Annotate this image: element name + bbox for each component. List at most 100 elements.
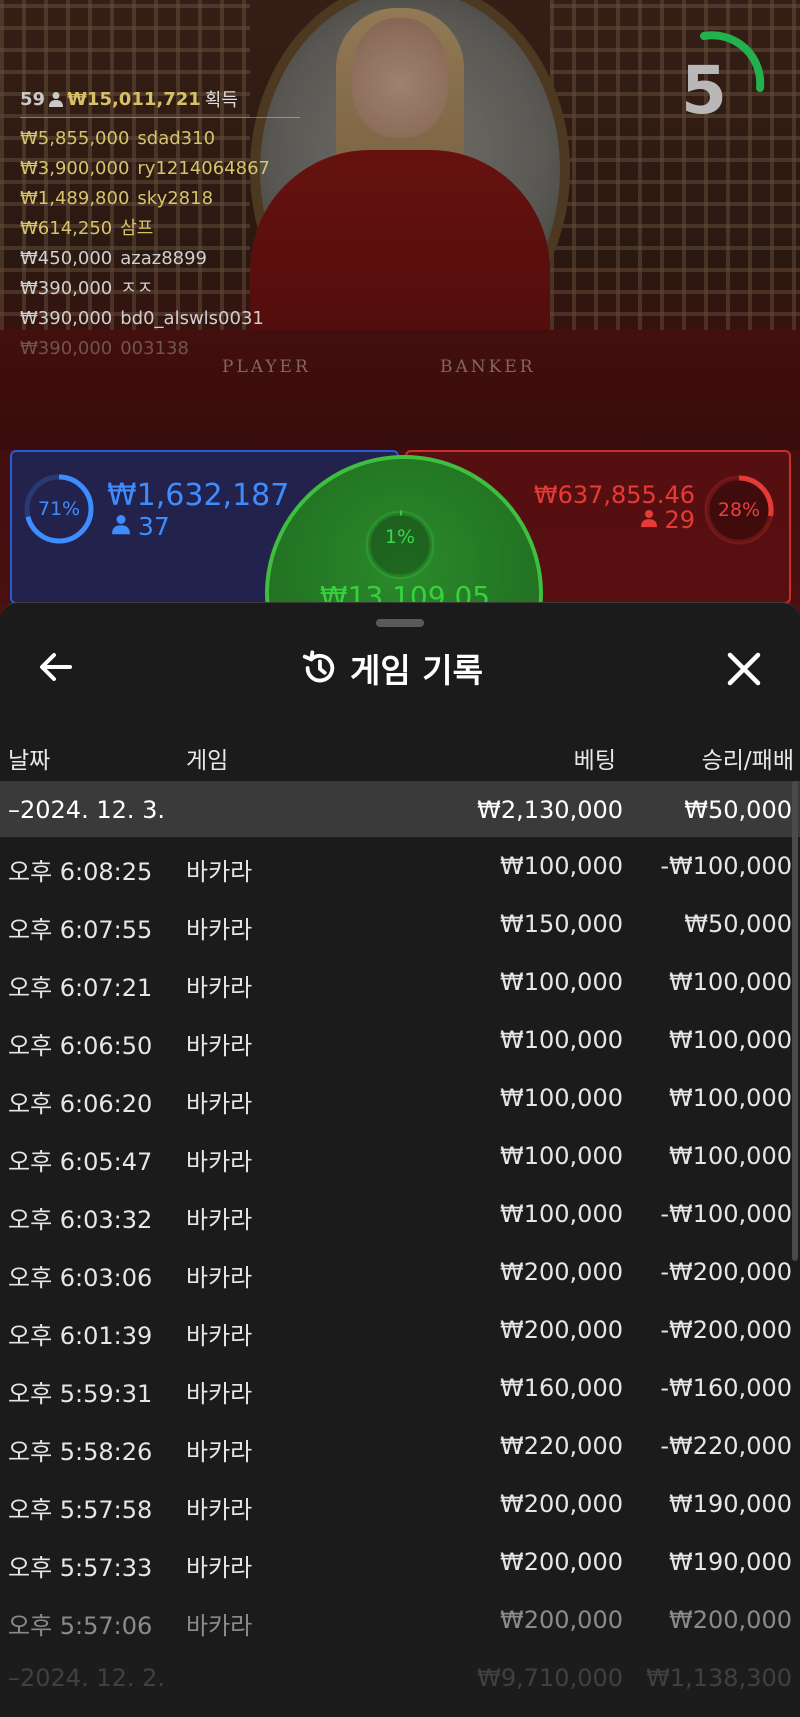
column-bet: 베팅: [573, 748, 616, 774]
history-row[interactable]: 오후 5:57:33 바카라 ₩200,000 ₩190,000: [0, 1533, 800, 1591]
row-win-loss: ₩100,000: [669, 968, 792, 996]
row-time: 오후 5:57:06: [8, 1612, 153, 1640]
row-win-loss: -₩200,000: [660, 1258, 792, 1286]
row-game: 바카라: [186, 858, 253, 886]
row-bet: ₩220,000: [500, 1432, 623, 1460]
winners-summary: 59 ₩15,011,721 획득: [20, 85, 300, 118]
winner-amount: ₩390,000: [20, 338, 113, 359]
arrow-left-icon: [40, 653, 72, 681]
day-bet-total: ₩9,710,000: [477, 1664, 623, 1692]
winners-total-amount: ₩15,011,721: [67, 88, 201, 110]
row-bet: ₩200,000: [500, 1606, 623, 1634]
row-win-loss: -₩100,000: [660, 1200, 792, 1228]
person-icon: [640, 510, 657, 528]
column-game: 게임: [186, 748, 229, 774]
history-table-body: –2024. 12. 3. ₩2,130,000 ₩50,000 오후 6:08…: [0, 781, 800, 1707]
history-row[interactable]: 오후 6:06:20 바카라 ₩100,000 ₩100,000: [0, 1069, 800, 1127]
game-history-sheet: 게임 기록 날짜 게임 베팅 승리/패배 –2024. 12. 3. ₩2,13…: [0, 602, 800, 1717]
row-game: 바카라: [186, 1206, 253, 1234]
banker-bet-total: ₩637,855.46: [533, 481, 695, 509]
winner-name: 003138: [120, 338, 189, 359]
winner-amount: ₩614,250: [20, 218, 113, 239]
row-game: 바카라: [186, 1380, 253, 1408]
row-win-loss: -₩100,000: [660, 852, 792, 880]
sheet-title-text: 게임 기록: [350, 651, 483, 690]
row-bet: ₩100,000: [500, 852, 623, 880]
row-win-loss: ₩100,000: [669, 1142, 792, 1170]
banker-bettor-count: 29: [560, 506, 695, 534]
row-time: 오후 6:06:20: [8, 1090, 153, 1118]
history-icon: [302, 650, 335, 683]
row-bet: ₩200,000: [500, 1316, 623, 1344]
winner-name: bd0_alswls0031: [120, 308, 264, 329]
winner-row: ₩1,489,800 sky2818: [20, 184, 300, 214]
banker-percent: 28%: [717, 499, 761, 521]
player-bettor-number: 37: [137, 512, 170, 541]
row-game: 바카라: [186, 1264, 253, 1292]
row-game: 바카라: [186, 1032, 253, 1060]
winner-name: ㅈㅈ: [120, 278, 154, 299]
history-row[interactable]: 오후 6:03:06 바카라 ₩200,000 -₩200,000: [0, 1243, 800, 1301]
row-win-loss: ₩50,000: [684, 910, 792, 938]
history-row[interactable]: 오후 6:08:25 바카라 ₩100,000 -₩100,000: [0, 837, 800, 895]
row-game: 바카라: [186, 1496, 253, 1524]
row-win-loss: ₩190,000: [669, 1490, 792, 1518]
row-game: 바카라: [186, 1438, 253, 1466]
history-row[interactable]: 오후 6:01:39 바카라 ₩200,000 -₩200,000: [0, 1301, 800, 1359]
row-bet: ₩200,000: [500, 1258, 623, 1286]
sheet-title: 게임 기록: [300, 643, 530, 693]
close-button[interactable]: [722, 647, 766, 691]
history-row[interactable]: 오후 5:57:06 바카라 ₩200,000 ₩200,000: [0, 1591, 800, 1649]
row-bet: ₩200,000: [500, 1548, 623, 1576]
day-win-total: ₩1,138,300: [646, 1664, 792, 1692]
winner-row: ₩3,900,000 ry1214064867: [20, 154, 300, 184]
row-win-loss: -₩220,000: [660, 1432, 792, 1460]
countdown-number: 5: [681, 52, 727, 129]
row-time: 오후 6:01:39: [8, 1322, 153, 1350]
winner-amount: ₩390,000: [20, 278, 113, 299]
winners-list: 59 ₩15,011,721 획득 ₩5,855,000 sdad310 ₩3,9…: [20, 85, 300, 364]
history-row[interactable]: 오후 6:05:47 바카라 ₩100,000 ₩100,000: [0, 1127, 800, 1185]
winner-name: azaz8899: [120, 248, 207, 269]
day-label: –2024. 12. 2.: [8, 1664, 166, 1692]
row-game: 바카라: [186, 1612, 253, 1640]
row-time: 오후 5:57:33: [8, 1554, 153, 1582]
row-win-loss: -₩160,000: [660, 1374, 792, 1402]
row-win-loss: ₩190,000: [669, 1548, 792, 1576]
row-bet: ₩100,000: [500, 1200, 623, 1228]
row-time: 오후 5:58:26: [8, 1438, 153, 1466]
winner-row: ₩390,000 ㅈㅈ: [20, 274, 300, 304]
history-row[interactable]: 오후 6:07:55 바카라 ₩150,000 ₩50,000: [0, 895, 800, 953]
scrollbar[interactable]: [792, 781, 798, 1261]
history-row[interactable]: 오후 6:03:32 바카라 ₩100,000 -₩100,000: [0, 1185, 800, 1243]
back-button[interactable]: [36, 647, 76, 687]
winner-amount: ₩3,900,000: [20, 158, 130, 179]
winner-amount: ₩450,000: [20, 248, 113, 269]
history-row[interactable]: 오후 5:58:26 바카라 ₩220,000 -₩220,000: [0, 1417, 800, 1475]
row-game: 바카라: [186, 1322, 253, 1350]
day-group-header[interactable]: –2024. 12. 3. ₩2,130,000 ₩50,000: [0, 781, 800, 837]
row-game: 바카라: [186, 974, 253, 1002]
player-bettor-count: 37: [112, 512, 170, 541]
row-game: 바카라: [186, 1554, 253, 1582]
row-bet: ₩200,000: [500, 1490, 623, 1518]
row-time: 오후 6:07:21: [8, 974, 153, 1002]
banker-bettor-number: 29: [664, 506, 695, 534]
sheet-drag-handle[interactable]: [376, 619, 424, 627]
column-date: 날짜: [8, 748, 51, 774]
person-icon: [112, 515, 130, 535]
winner-row: ₩5,855,000 sdad310: [20, 124, 300, 154]
history-row[interactable]: 오후 6:07:21 바카라 ₩100,000 ₩100,000: [0, 953, 800, 1011]
player-bet-total: ₩1,632,187: [107, 478, 290, 513]
winner-amount: ₩5,855,000: [20, 128, 130, 149]
history-row[interactable]: 오후 5:57:58 바카라 ₩200,000 ₩190,000: [0, 1475, 800, 1533]
winner-row: ₩450,000 azaz8899: [20, 244, 300, 274]
row-time: 오후 6:08:25: [8, 858, 153, 886]
history-row[interactable]: 오후 5:59:31 바카라 ₩160,000 -₩160,000: [0, 1359, 800, 1417]
row-win-loss: ₩100,000: [669, 1026, 792, 1054]
row-game: 바카라: [186, 916, 253, 944]
day-group-header[interactable]: –2024. 12. 2. ₩9,710,000 ₩1,138,300: [0, 1649, 800, 1707]
row-bet: ₩100,000: [500, 1142, 623, 1170]
history-row[interactable]: 오후 6:06:50 바카라 ₩100,000 ₩100,000: [0, 1011, 800, 1069]
row-bet: ₩150,000: [500, 910, 623, 938]
